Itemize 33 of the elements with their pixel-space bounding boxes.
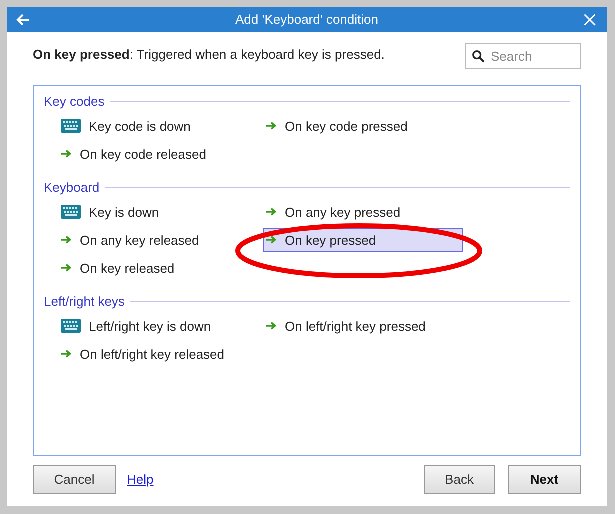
condition-item[interactable]: Left/right key is down (58, 314, 258, 338)
help-link[interactable]: Help (127, 472, 154, 487)
arrow-icon (61, 263, 72, 273)
search-field[interactable]: Search (465, 43, 581, 69)
arrow-icon (61, 349, 72, 359)
back-button[interactable]: Back (424, 465, 495, 494)
description-text: On key pressed: Triggered when a keyboard key is pressed. (33, 47, 385, 62)
condition-item[interactable]: On key released (58, 256, 258, 280)
condition-item[interactable]: On any key released (58, 228, 258, 252)
condition-item[interactable]: On left/right key pressed (263, 314, 463, 338)
cancel-button[interactable]: Cancel (33, 465, 116, 494)
back-arrow-icon[interactable] (15, 12, 31, 28)
keyboard-icon (61, 319, 81, 333)
close-icon[interactable] (583, 12, 597, 26)
arrow-icon (61, 149, 72, 159)
group-heading: Left/right keys (44, 294, 125, 308)
window-title: Add 'Keyboard' condition (234, 12, 380, 27)
condition-item[interactable]: On key code released (58, 142, 258, 166)
arrow-icon (266, 207, 277, 217)
condition-item[interactable]: Key code is down (58, 114, 258, 138)
condition-item[interactable]: On left/right key released (58, 342, 258, 366)
keyboard-icon (61, 119, 81, 133)
group-heading: Key codes (44, 94, 105, 108)
arrow-icon (266, 235, 277, 245)
condition-item[interactable]: On any key pressed (263, 200, 463, 224)
condition-item[interactable]: Key is down (58, 200, 258, 224)
condition-item[interactable]: On key code pressed (263, 114, 463, 138)
arrow-icon (266, 321, 277, 331)
group-heading: Keyboard (44, 180, 100, 194)
arrow-icon (61, 235, 72, 245)
keyboard-icon (61, 205, 81, 219)
arrow-icon (266, 121, 277, 131)
next-button[interactable]: Next (508, 465, 581, 494)
